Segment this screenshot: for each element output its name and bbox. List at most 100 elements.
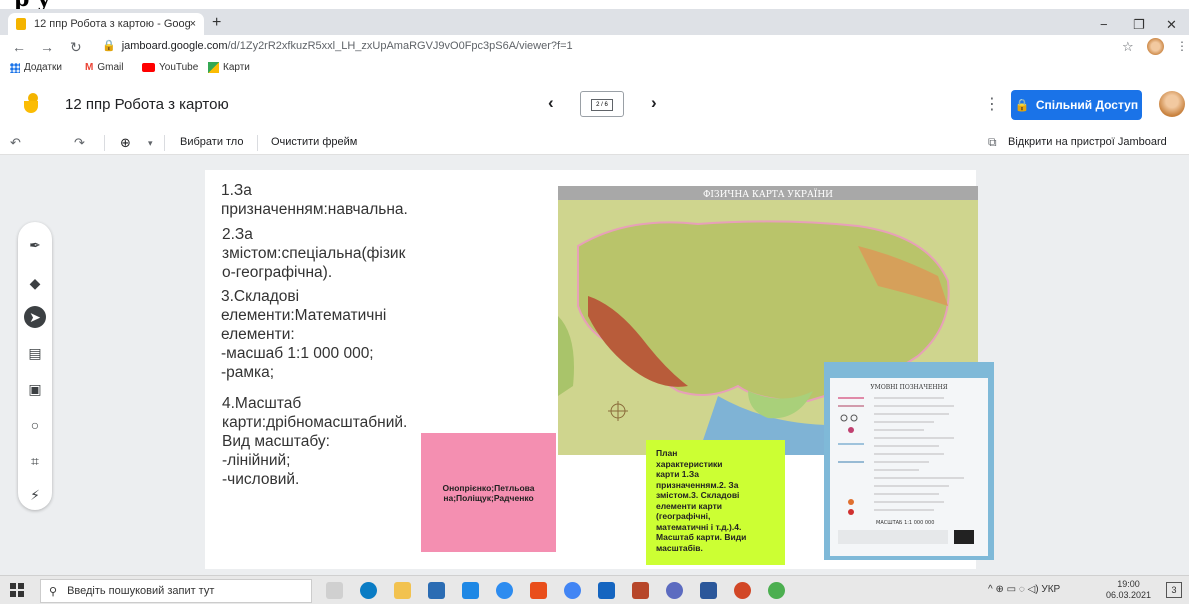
close-window-icon[interactable]: ✕ — [1166, 17, 1177, 33]
windows-start-icon[interactable] — [10, 583, 24, 597]
more-options-icon[interactable]: ⋮ — [984, 94, 1000, 114]
search-icon: ⚲ — [49, 585, 58, 598]
cast-device-icon[interactable]: ⧉ — [988, 135, 997, 150]
undo-icon[interactable]: ↶ — [10, 135, 21, 151]
toolbar-divider — [257, 135, 258, 151]
clock-time: 19:00 — [1117, 579, 1140, 589]
word-icon[interactable] — [700, 582, 717, 599]
chrome-active-icon[interactable] — [768, 582, 785, 599]
bookmark-youtube[interactable]: YouTube — [142, 62, 198, 73]
chrome-icon[interactable] — [564, 582, 581, 599]
sticky-note-icon[interactable]: ▤ — [24, 342, 46, 364]
bookmark-gmail[interactable]: M Gmail — [85, 62, 123, 73]
taskbar-clock[interactable]: 19:00 06.03.2021 — [1106, 579, 1151, 601]
zoom-dropdown-icon[interactable]: ▾ — [148, 138, 153, 149]
next-frame-icon[interactable]: › — [651, 93, 657, 113]
jamboard-header: 12 ппр Робота з картою ‹ 2 / 6 › ⋮ 🔒 Спіл… — [0, 79, 1189, 131]
select-icon[interactable]: ➤ — [24, 306, 46, 328]
share-label: Спільний Доступ — [1035, 98, 1139, 112]
taskbar-search-field[interactable]: ⚲ Введіть пошуковий запит тут — [40, 579, 312, 603]
ppt-slideshow-icon[interactable] — [734, 582, 751, 599]
account-avatar[interactable] — [1159, 91, 1185, 117]
clock-app-icon[interactable] — [496, 582, 513, 599]
powerpoint-icon[interactable] — [632, 582, 649, 599]
sticky-note-pink[interactable]: Онопрієнко;Петльова на;Поліщук;Радченко — [421, 433, 556, 552]
store-icon[interactable] — [428, 582, 445, 599]
viber-icon[interactable] — [666, 582, 683, 599]
zoom-app-icon[interactable] — [598, 582, 615, 599]
prev-frame-icon[interactable]: ‹ — [548, 93, 554, 113]
bookmark-label: YouTube — [159, 62, 199, 73]
minimize-icon[interactable]: − — [1100, 17, 1108, 32]
tab-close-icon[interactable]: × — [190, 18, 196, 30]
clear-frame-button[interactable]: Очистити фрейм — [271, 136, 357, 148]
frame-indicator: 2 / 6 — [591, 99, 613, 111]
map-title: ФІЗИЧНА КАРТА УКРАЇНИ — [703, 188, 833, 200]
windows-taskbar: ⚲ Введіть пошуковий запит тут ^ ⊕ ▭ ◌ ◁) … — [0, 575, 1189, 604]
task-view-icon[interactable] — [326, 582, 343, 599]
bookmark-apps[interactable]: Додатки — [10, 62, 62, 73]
text-box-4[interactable]: 4.Масштаб карти:дрібномасштабний. Вид ма… — [222, 394, 407, 489]
redo-icon[interactable]: ↷ — [74, 135, 85, 151]
mail-icon[interactable] — [462, 582, 479, 599]
share-lock-icon: 🔒 — [1014, 98, 1030, 112]
clock-date: 06.03.2021 — [1106, 590, 1152, 600]
lock-icon: 🔒 — [102, 40, 116, 52]
office-icon[interactable] — [530, 582, 547, 599]
bookmark-label: Карти — [223, 62, 250, 73]
jamboard-toolbar: ↶ ↷ ⊕ ▾ Вибрати тло Очистити фрейм ⧉ Від… — [0, 131, 1189, 155]
browser-tab[interactable]: 12 ппр Робота з картою - Goog × — [8, 13, 204, 35]
laser-icon[interactable]: ⚡ — [24, 484, 46, 506]
legend-image[interactable]: УМОВНІ ПОЗНАЧЕННЯ МАСШТАБ 1:1 000 000 — [824, 362, 994, 560]
open-on-device-button[interactable]: Відкрити на пристрої Jamboard — [1008, 136, 1167, 148]
browser-menu-icon[interactable]: ⋮ — [1176, 39, 1188, 53]
back-icon[interactable]: ← — [12, 39, 26, 55]
language-indicator: УКР — [1041, 584, 1061, 595]
sticky-note-text: Онопрієнко;Петльова на;Поліщук;Радченко — [442, 482, 535, 503]
url-path: /d/1Zy2rR2xfkuzR5xxl_LH_zxUpAmaRGVJ9vO0F… — [227, 40, 573, 52]
url-field[interactable]: 🔒 jamboard.google.com/d/1Zy2rR2xfkuzR5xxl… — [102, 39, 573, 52]
new-tab-button[interactable]: + — [212, 14, 221, 32]
bookmark-label: Gmail — [97, 62, 124, 73]
legend-scale: МАСШТАБ 1:1 000 000 — [876, 520, 934, 526]
gmail-icon: M — [85, 62, 94, 73]
jamboard-favicon-icon — [16, 18, 26, 30]
sticky-note-text: План характеристики карти 1.За призначен… — [656, 448, 747, 553]
profile-avatar[interactable] — [1147, 38, 1164, 55]
address-bar-row: ← → ↻ 🔒 jamboard.google.com/d/1Zy2rR2xfku… — [0, 35, 1189, 59]
eraser-icon[interactable]: ◆ — [24, 272, 46, 294]
apps-icon — [10, 62, 20, 73]
forward-icon[interactable]: → — [40, 39, 54, 55]
pen-icon[interactable]: ✒ — [24, 234, 46, 256]
jamboard-logo-icon[interactable] — [24, 93, 38, 113]
file-explorer-icon[interactable] — [394, 582, 411, 599]
frame-bar-toggle[interactable]: 2 / 6 — [580, 91, 624, 117]
legend-title: УМОВНІ ПОЗНАЧЕННЯ — [870, 384, 947, 391]
notification-icon[interactable]: 3 — [1166, 582, 1182, 598]
edge-browser-icon[interactable] — [360, 582, 377, 599]
system-tray[interactable]: ^ ⊕ ▭ ◌ ◁) УКР — [988, 584, 1060, 595]
zoom-icon[interactable]: ⊕ — [120, 135, 131, 151]
sticky-note-green[interactable]: План характеристики карти 1.За призначен… — [646, 440, 785, 565]
bookmark-label: Додатки — [24, 62, 62, 73]
youtube-icon — [142, 63, 155, 72]
browser-tab-bar: 12 ппр Робота з картою - Goog × + − ❐ ✕ — [0, 9, 1189, 35]
maximize-icon[interactable]: ❐ — [1133, 17, 1145, 33]
share-button[interactable]: 🔒 Спільний Доступ — [1011, 90, 1142, 120]
tab-title: 12 ппр Робота з картою - Goog — [34, 18, 190, 30]
reload-icon[interactable]: ↻ — [70, 39, 82, 56]
notification-count: 3 — [1171, 585, 1177, 595]
document-title[interactable]: 12 ппр Робота з картою — [65, 96, 229, 113]
circle-icon[interactable]: ○ — [24, 414, 46, 436]
toolbar-divider — [104, 135, 105, 151]
bookmark-star-icon[interactable]: ☆ — [1122, 39, 1134, 55]
text-box-3[interactable]: 3.Складові елементи:Математичні елементи… — [221, 287, 386, 382]
text-box-icon[interactable]: ⌗ — [24, 450, 46, 472]
bookmark-maps[interactable]: Карти — [208, 62, 250, 73]
top-artifact: р у — [0, 0, 1189, 12]
image-icon[interactable]: ▣ — [24, 378, 46, 400]
tool-palette: ✒ ◆ ➤ ▤ ▣ ○ ⌗ ⚡ — [18, 222, 52, 510]
set-background-button[interactable]: Вибрати тло — [180, 136, 243, 148]
text-box-1[interactable]: 1.За призначенням:навчальна. — [221, 181, 408, 219]
text-box-2[interactable]: 2.За змістом:спеціальна(фізик о-географі… — [222, 225, 405, 282]
